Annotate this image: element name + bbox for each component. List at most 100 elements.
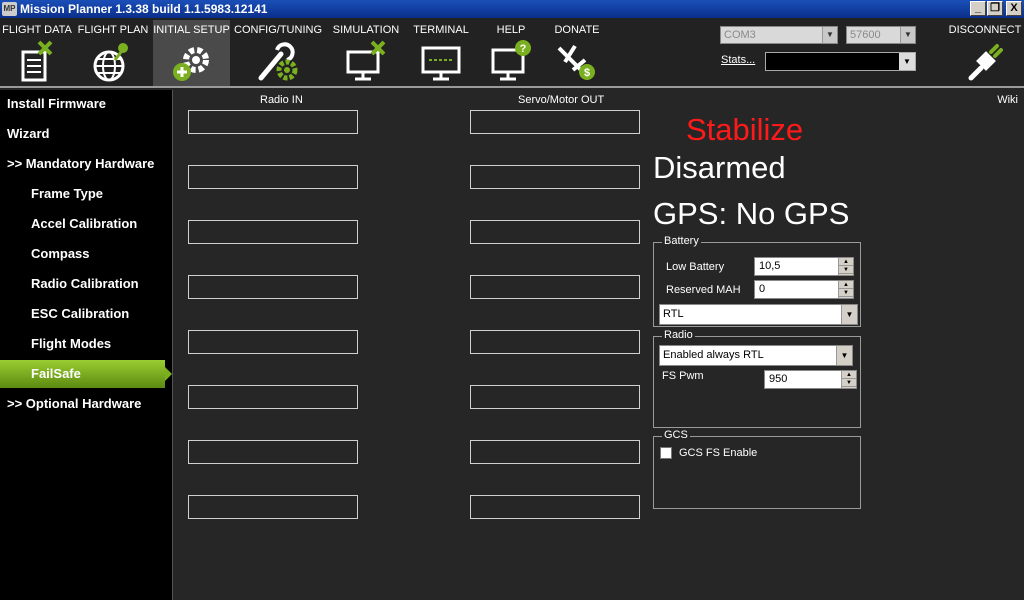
low-battery-value: 10,5	[759, 260, 781, 272]
servo-out-bar	[470, 440, 640, 464]
main-toolbar: FLIGHT DATA FLIGHT PLAN INITIAL SETUP CO…	[0, 18, 1024, 88]
maximize-button[interactable]: ❐	[987, 1, 1003, 16]
config-tuning-icon	[258, 42, 298, 81]
radio-group-legend: Radio	[662, 329, 695, 341]
battery-group-legend: Battery	[662, 235, 701, 247]
battery-group: Battery Low Battery 10,5 ▲ ▼ Reserved MAH…	[653, 235, 861, 327]
stats-link[interactable]: Stats...	[721, 54, 755, 66]
sidebar-item-radio-calibration[interactable]: Radio Calibration	[0, 270, 172, 298]
menu-simulation[interactable]: SIMULATION	[330, 20, 402, 86]
radio-action-select[interactable]: Enabled always RTL ▼	[659, 345, 853, 366]
terminal-icon	[421, 46, 461, 81]
svg-text:$: $	[584, 67, 590, 79]
spin-down-icon[interactable]: ▼	[839, 289, 853, 297]
radio-group: Radio Enabled always RTL ▼ FS Pwm 950 ▲ ▼	[653, 329, 861, 428]
sidebar-item-failsafe[interactable]: FailSafe	[0, 360, 172, 388]
sidebar-item-mandatory-hardware[interactable]: >> Mandatory Hardware	[0, 150, 172, 178]
menu-donate[interactable]: DONATE $	[548, 20, 606, 86]
menu-flight-plan[interactable]: FLIGHT PLAN	[76, 20, 150, 86]
radio-in-bar	[188, 495, 358, 519]
battery-action-select[interactable]: RTL ▼	[659, 304, 858, 325]
menu-config-tuning-label: CONFIG/TUNING	[234, 24, 322, 36]
baud-select[interactable]: 57600 ▼	[846, 26, 916, 44]
flight-data-icon	[21, 40, 53, 82]
sidebar-item-flight-modes[interactable]: Flight Modes	[0, 330, 172, 358]
servo-out-bar	[470, 495, 640, 519]
menu-initial-setup-label: INITIAL SETUP	[153, 24, 230, 36]
spin-up-icon[interactable]: ▲	[839, 258, 853, 266]
reserved-mah-input[interactable]: 0 ▲ ▼	[754, 280, 854, 299]
radio-in-bar	[188, 440, 358, 464]
spin-up-icon[interactable]: ▲	[842, 371, 856, 379]
window-title: Mission Planner 1.3.38 build 1.1.5983.12…	[20, 2, 268, 16]
flight-mode-status: Stabilize	[686, 112, 804, 147]
fs-pwm-value: 950	[769, 373, 788, 385]
servo-out-bar	[470, 110, 640, 134]
minimize-button[interactable]: _	[970, 1, 986, 16]
gps-status: GPS: No GPS	[653, 196, 850, 231]
sidebar-item-frame-type[interactable]: Frame Type	[0, 180, 172, 208]
simulation-icon	[346, 40, 386, 81]
title-bar: MP Mission Planner 1.3.38 build 1.1.5983…	[0, 0, 1024, 18]
donate-icon: $	[557, 44, 595, 80]
radio-in-bar	[188, 110, 358, 134]
reserved-mah-value: 0	[759, 283, 766, 295]
sidebar-item-esc-calibration[interactable]: ESC Calibration	[0, 300, 172, 328]
fs-pwm-label: FS Pwm	[662, 370, 704, 382]
help-icon: ?	[491, 40, 531, 81]
menu-terminal-label: TERMINAL	[413, 24, 469, 36]
port-select[interactable]: COM3 ▼	[720, 26, 838, 44]
svg-text:?: ?	[520, 43, 527, 55]
gcs-fs-enable-label: GCS FS Enable	[679, 447, 758, 459]
radio-in-bar	[188, 275, 358, 299]
sidebar-item-accel-calibration[interactable]: Accel Calibration	[0, 210, 172, 238]
setup-sidebar: Install Firmware Wizard >> Mandatory Har…	[0, 90, 172, 600]
app-logo-icon: MP	[2, 2, 17, 16]
close-button[interactable]: X	[1006, 1, 1022, 16]
radio-in-bar	[188, 220, 358, 244]
servo-out-bar	[470, 220, 640, 244]
servo-out-header: Servo/Motor OUT	[518, 94, 605, 106]
gcs-group-legend: GCS	[662, 429, 690, 441]
servo-out-bar	[470, 275, 640, 299]
menu-flight-plan-label: FLIGHT PLAN	[77, 24, 149, 36]
fs-pwm-input[interactable]: 950 ▲ ▼	[764, 370, 857, 389]
radio-action-value: Enabled always RTL	[663, 349, 764, 361]
plug-icon	[968, 44, 1003, 81]
servo-out-bar	[470, 330, 640, 354]
servo-out-bar	[470, 385, 640, 409]
radio-in-bar	[188, 385, 358, 409]
disconnect-label: DISCONNECT	[948, 24, 1022, 36]
disconnect-button[interactable]: DISCONNECT	[948, 20, 1022, 86]
sidebar-item-optional-hardware[interactable]: >> Optional Hardware	[0, 390, 172, 418]
menu-terminal[interactable]: TERMINAL	[410, 20, 472, 86]
low-battery-input[interactable]: 10,5 ▲ ▼	[754, 257, 854, 276]
chevron-down-icon: ▼	[836, 346, 852, 365]
menu-flight-data[interactable]: FLIGHT DATA	[2, 20, 72, 86]
armed-status: Disarmed	[653, 150, 786, 185]
radio-in-bar	[188, 330, 358, 354]
menu-help-label: HELP	[496, 24, 526, 36]
port-select-value: COM3	[724, 29, 756, 41]
baud-select-value: 57600	[850, 29, 881, 41]
stats-select[interactable]: ▼	[765, 52, 916, 71]
menu-help[interactable]: HELP ?	[483, 20, 539, 86]
spin-down-icon[interactable]: ▼	[839, 266, 853, 274]
spin-down-icon[interactable]: ▼	[842, 379, 856, 387]
flight-plan-icon	[93, 43, 128, 82]
sidebar-item-compass[interactable]: Compass	[0, 240, 172, 268]
menu-config-tuning[interactable]: CONFIG/TUNING	[234, 20, 322, 86]
low-battery-label: Low Battery	[666, 261, 725, 273]
menu-initial-setup[interactable]: INITIAL SETUP	[153, 20, 230, 86]
radio-in-header: Radio IN	[260, 94, 303, 106]
chevron-down-icon: ▼	[822, 27, 837, 43]
wiki-link[interactable]: Wiki	[997, 94, 1018, 106]
spin-up-icon[interactable]: ▲	[839, 281, 853, 289]
gcs-fs-enable-checkbox[interactable]	[660, 447, 672, 459]
battery-action-value: RTL	[663, 308, 684, 320]
servo-out-bar	[470, 165, 640, 189]
failsafe-panel: Radio IN Servo/Motor OUT Wiki Stabilize …	[172, 90, 1024, 600]
reserved-mah-label: Reserved MAH	[666, 284, 741, 296]
sidebar-item-wizard[interactable]: Wizard	[0, 120, 172, 148]
sidebar-item-install-firmware[interactable]: Install Firmware	[0, 90, 172, 118]
